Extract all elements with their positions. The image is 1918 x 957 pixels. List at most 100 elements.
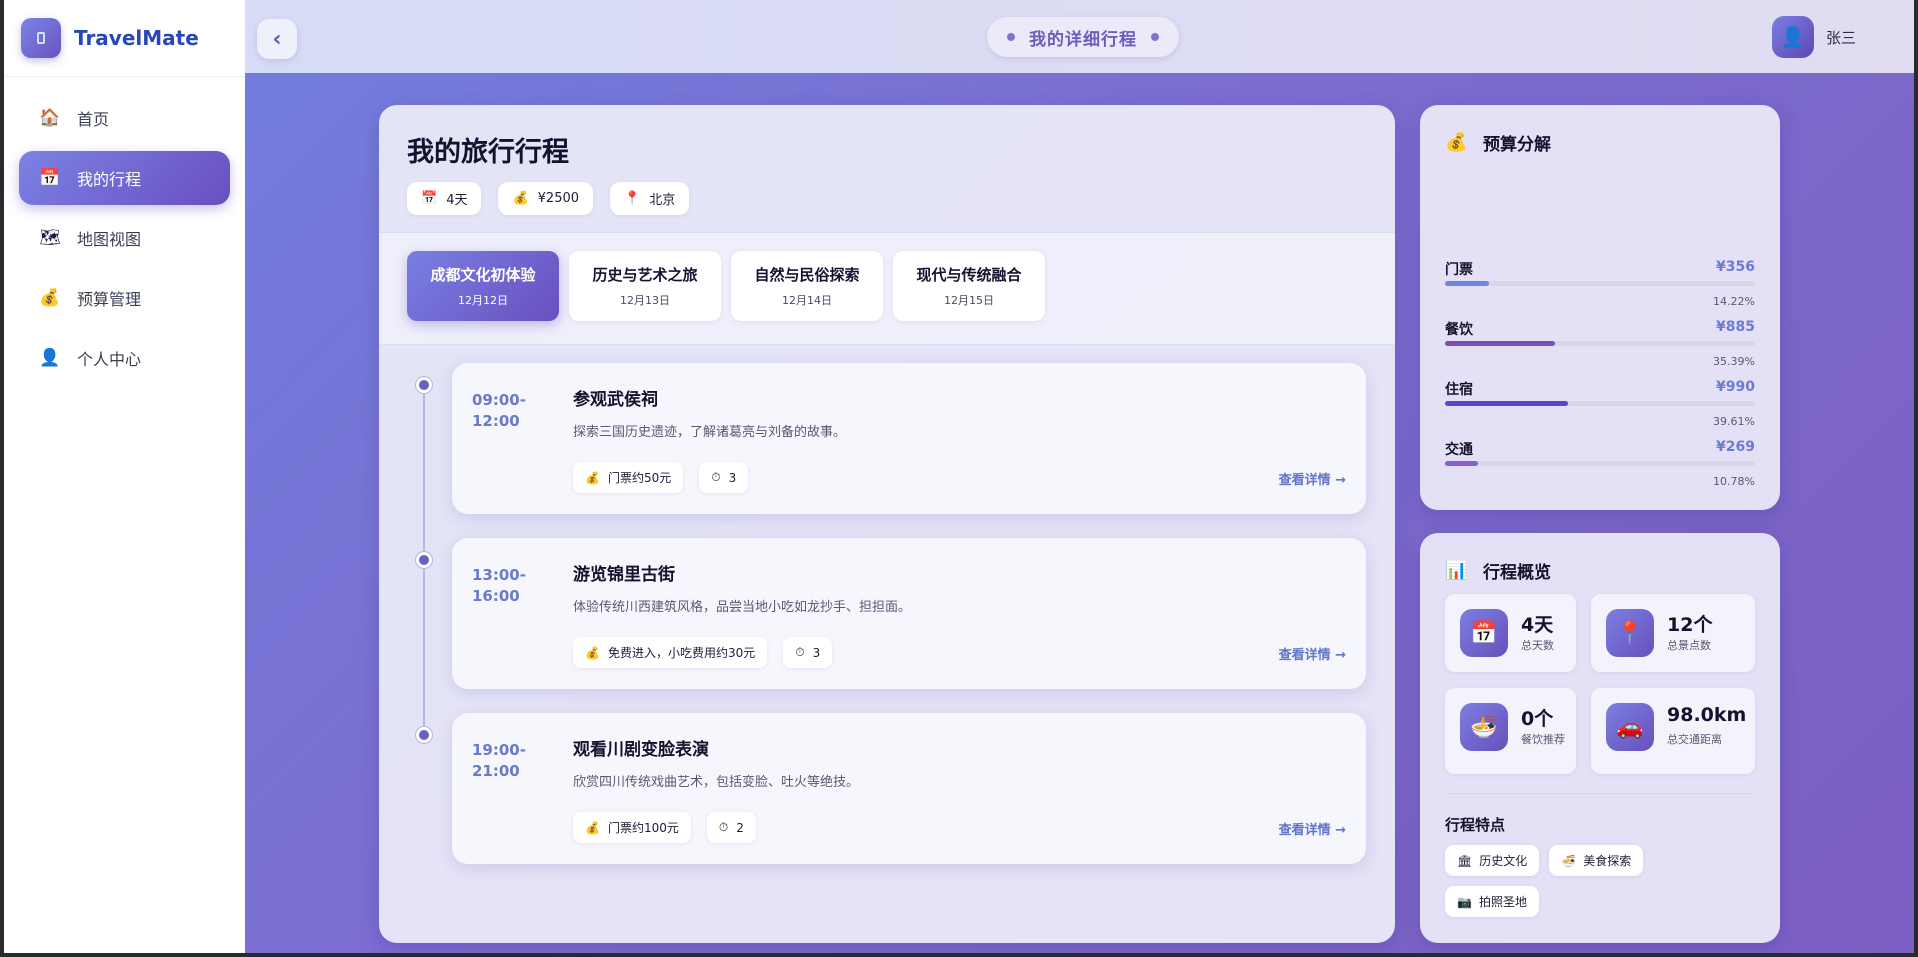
stat-label: 总交通距离	[1667, 733, 1722, 746]
car-icon: 🚗	[1606, 703, 1654, 751]
tab-day-2[interactable]: 历史与艺术之旅 12月13日	[569, 251, 721, 321]
tab-name: 自然与民俗探索	[754, 266, 860, 284]
duration-text: 3	[812, 645, 821, 660]
chip-days: 📅 4天	[407, 182, 482, 215]
day-tabs: 成都文化初体验 12月12日 历史与艺术之旅 12月13日 自然与民俗探索 12…	[379, 233, 1395, 345]
sidebar-item-home[interactable]: 🏠 首页	[19, 91, 230, 145]
timeline-dot	[416, 727, 432, 743]
time-end: 12:00	[472, 412, 520, 430]
budget-breakdown-card: 💰 预算分解 门票 ¥356 14.22% 餐饮 ¥885 35.39% 住宿 …	[1420, 105, 1780, 510]
brand[interactable]: TravelMate	[4, 0, 245, 77]
sidebar-item-budget[interactable]: 💰 预算管理	[19, 271, 230, 325]
budget-percent: 14.22%	[1713, 295, 1755, 308]
tab-date: 12月14日	[782, 294, 832, 307]
budget-value: ¥356	[1716, 259, 1755, 275]
stopwatch-icon: ⏱	[795, 645, 805, 659]
chip-text: ¥2500	[537, 191, 580, 206]
time-start: 09:00-	[472, 391, 526, 409]
activity-card[interactable]: 09:00- 12:00 参观武侯祠 探索三国历史遗迹，了解诸葛亮与刘备的故事。…	[452, 363, 1366, 514]
activity-tags: 💰 免费进入，小吃费用约30元 ⏱ 3	[573, 637, 848, 668]
sidebar-item-profile[interactable]: 👤 个人中心	[19, 331, 230, 385]
duration-tag: ⏱ 3	[783, 637, 833, 668]
stat-label: 总景点数	[1667, 639, 1711, 652]
chip-text: 北京	[649, 193, 676, 208]
chip-text: 4天	[446, 193, 468, 208]
view-details-link[interactable]: 查看详情 →	[1279, 469, 1346, 488]
dot-decoration	[1151, 33, 1159, 41]
duration-text: 2	[736, 820, 744, 835]
calendar-icon: 📅	[1460, 609, 1508, 657]
feature-tags: 🏛 历史文化 🍜 美食探索 📷 拍照圣地	[1445, 845, 1765, 927]
stat-total-days: 📅 4天 总天数	[1445, 594, 1576, 672]
sidebar-item-label: 预算管理	[77, 290, 142, 309]
duration-text: 3	[728, 470, 737, 485]
camera-icon: 📷	[1457, 894, 1472, 909]
divider	[1445, 793, 1755, 794]
pin-icon: 📍	[624, 191, 641, 206]
card-title: 预算分解	[1483, 135, 1551, 155]
activity-card[interactable]: 13:00- 16:00 游览锦里古街 体验传统川西建筑风格，品尝当地小吃如龙抄…	[452, 538, 1366, 689]
sidebar-item-label: 个人中心	[77, 350, 142, 369]
budget-label: 门票	[1445, 262, 1473, 278]
dot-decoration	[1007, 33, 1015, 41]
sidebar-item-label: 地图视图	[77, 230, 142, 249]
sidebar-item-map-view[interactable]: 🗺 地图视图	[19, 211, 230, 265]
brand-name: TravelMate	[74, 26, 199, 50]
view-details-link[interactable]: 查看详情 →	[1279, 644, 1346, 663]
stat-distance: 🚗 98.0km 总交通距离	[1591, 688, 1755, 774]
stat-label: 总天数	[1521, 639, 1554, 652]
stopwatch-icon: ⏱	[711, 470, 721, 484]
tab-name: 成都文化初体验	[430, 266, 536, 284]
duration-tag: ⏱ 2	[706, 812, 756, 843]
activity-time: 19:00- 21:00	[472, 740, 532, 782]
person-icon: 👤	[1780, 25, 1806, 49]
view-details-link[interactable]: 查看详情 →	[1279, 819, 1346, 838]
map-icon: 🗺	[39, 228, 61, 248]
feature-tag[interactable]: 🍜 美食探索	[1549, 845, 1644, 876]
activity-time: 13:00- 16:00	[472, 565, 532, 607]
pin-icon: 📍	[1606, 609, 1654, 657]
money-bag-icon: 💰	[585, 645, 600, 660]
chevron-left-icon: ‹	[272, 26, 282, 52]
money-bag-icon: 💰	[1445, 132, 1468, 153]
tab-day-4[interactable]: 现代与传统融合 12月15日	[893, 251, 1045, 321]
activity-description: 体验传统川西建筑风格，品尝当地小吃如龙抄手、担担面。	[573, 600, 912, 615]
activity-card[interactable]: 19:00- 21:00 观看川剧变脸表演 欣赏四川传统戏曲艺术，包括变脸、吐火…	[452, 713, 1366, 864]
budget-label: 交通	[1445, 442, 1473, 458]
card-header: 💰 预算分解	[1445, 130, 1551, 155]
page-title: 我的详细行程	[987, 17, 1179, 57]
money-bag-icon: 💰	[585, 470, 600, 485]
time-end: 21:00	[472, 762, 520, 780]
stat-label: 餐饮推荐	[1521, 733, 1565, 746]
budget-progress	[1445, 281, 1755, 286]
tab-day-1[interactable]: 成都文化初体验 12月12日	[407, 251, 559, 321]
feature-tag[interactable]: 🏛 历史文化	[1445, 845, 1540, 876]
timeline-dot	[416, 552, 432, 568]
user-name: 张三	[1825, 28, 1856, 47]
food-icon: 🍜	[1460, 703, 1508, 751]
activity-description: 探索三国历史遗迹，了解诸葛亮与刘备的故事。	[573, 425, 847, 440]
sidebar-item-my-trips[interactable]: 📅 我的行程	[19, 151, 230, 205]
chip-budget: 💰 ¥2500	[498, 182, 594, 215]
budget-progress-fill	[1445, 281, 1490, 286]
itinerary-card: 我的旅行行程 📅 4天 💰 ¥2500 📍 北京 成都文化初体验 12月12日 …	[379, 105, 1395, 943]
cost-tag: 💰 免费进入，小吃费用约30元	[573, 637, 768, 668]
trip-overview-card: 📊 行程概览 📅 4天 总天数 📍 12个 总景点数 🍜 0个 餐饮推荐 🚗 9…	[1420, 533, 1780, 943]
feature-tag[interactable]: 📷 拍照圣地	[1445, 886, 1539, 917]
activity-name: 游览锦里古街	[573, 565, 675, 585]
feature-text: 拍照圣地	[1478, 895, 1527, 909]
budget-label: 住宿	[1445, 382, 1473, 398]
museum-icon: 🏛	[1457, 853, 1473, 868]
time-start: 13:00-	[472, 566, 526, 584]
back-button[interactable]: ‹	[257, 19, 297, 59]
tab-day-3[interactable]: 自然与民俗探索 12月14日	[731, 251, 883, 321]
calendar-icon: 📅	[421, 191, 438, 206]
avatar[interactable]: 👤	[1771, 16, 1814, 58]
card-header: 📊 行程概览	[1445, 558, 1551, 583]
features-title: 行程特点	[1445, 816, 1506, 834]
activity-description: 欣赏四川传统戏曲艺术，包括变脸、吐火等绝技。	[573, 775, 860, 790]
activity-name: 观看川剧变脸表演	[573, 740, 709, 760]
user-menu[interactable]: 👤 张三	[1771, 16, 1856, 58]
activity-tags: 💰 门票约100元 ⏱ 2	[573, 812, 772, 843]
cost-text: 免费进入，小吃费用约30元	[607, 646, 756, 660]
